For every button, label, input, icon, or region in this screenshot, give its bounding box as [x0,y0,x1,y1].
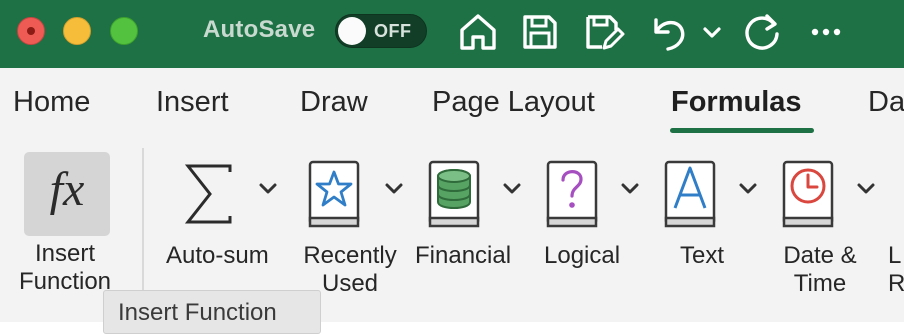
lookup-label-line1: L [888,242,902,269]
tab-formulas[interactable]: Formulas [671,86,802,119]
date-time-icon[interactable] [780,160,836,235]
tooltip-text: Insert Function [118,299,277,326]
title-bar: AutoSave OFF [0,0,904,68]
date-time-chevron-icon[interactable] [856,182,876,196]
date-time-label-line1: Date & [783,242,857,269]
logical-chevron-icon[interactable] [620,182,640,196]
tab-home[interactable]: Home [13,86,90,119]
autosave-label: AutoSave [203,16,316,43]
undo-dropdown-icon[interactable] [700,10,724,54]
toggle-knob [338,17,366,45]
function-icon: fx [49,163,85,216]
ribbon-tabs: Home Insert Draw Page Layout Formulas Da [0,68,904,138]
zoom-window-button[interactable] [110,17,138,45]
autosum-chevron-icon[interactable] [258,182,278,196]
tab-draw[interactable]: Draw [300,86,368,119]
tab-data[interactable]: Da [868,86,904,119]
recently-used-chevron-icon[interactable] [384,182,404,196]
sigma-icon[interactable] [182,162,238,231]
date-time-label-line2: Time [793,270,847,297]
more-icon[interactable] [804,10,848,54]
financial-icon[interactable] [426,160,482,235]
redo-icon[interactable] [740,10,784,54]
logical-label[interactable]: Logical [544,242,620,270]
lookup-label-line2: R [888,270,904,297]
insert-function-button[interactable]: fx [24,152,110,236]
ribbon-separator [142,148,144,298]
insert-function-label-line1: Insert [34,240,96,267]
autosave-toggle[interactable]: OFF [335,14,427,48]
minimize-window-button[interactable] [63,17,91,45]
autosum-label[interactable]: Auto-sum [166,242,269,270]
save-edit-icon[interactable] [582,10,626,54]
text-function-icon[interactable] [662,160,718,235]
autosave-state: OFF [374,21,412,41]
save-icon[interactable] [518,10,562,54]
insert-function-tooltip: Insert Function [103,290,321,334]
financial-label[interactable]: Financial [415,242,511,270]
tab-insert[interactable]: Insert [156,86,229,119]
financial-chevron-icon[interactable] [502,182,522,196]
active-tab-indicator [670,128,814,133]
undo-icon[interactable] [648,10,692,54]
recently-used-label-line1: Recently [303,242,397,269]
home-icon[interactable] [456,10,500,54]
text-chevron-icon[interactable] [738,182,758,196]
logical-icon[interactable] [544,160,600,235]
tab-page-layout[interactable]: Page Layout [432,86,595,119]
text-label[interactable]: Text [680,242,724,270]
close-window-button[interactable] [17,17,45,45]
recently-used-icon[interactable] [306,160,362,235]
